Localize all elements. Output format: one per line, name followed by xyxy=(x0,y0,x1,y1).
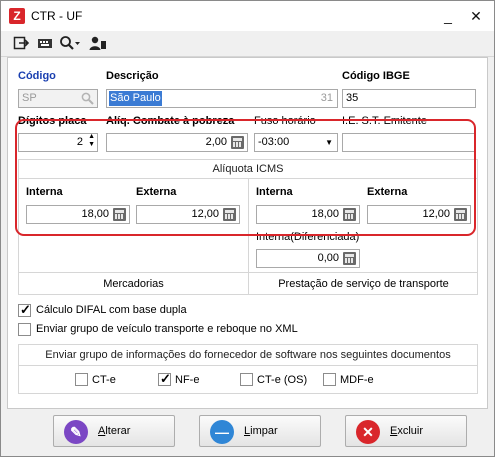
descricao-field[interactable]: São Paulo 31 xyxy=(106,89,338,108)
limpar-button[interactable]: — Limpar xyxy=(199,415,321,447)
user-button[interactable] xyxy=(89,35,107,53)
highlight-box xyxy=(15,119,476,236)
delete-x-icon: ✕ xyxy=(356,420,380,444)
mercadorias-footer: Mercadorias xyxy=(103,278,164,290)
edit-pencil-icon: ✎ xyxy=(64,420,88,444)
minimize-icon: _ xyxy=(444,8,452,24)
excluir-button[interactable]: ✕ Excluir xyxy=(345,415,467,447)
documents-group: Enviar grupo de informações do fornecedo… xyxy=(18,344,478,394)
documents-group-title: Enviar grupo de informações do fornecedo… xyxy=(45,349,451,361)
divider xyxy=(19,365,477,366)
close-icon: ✕ xyxy=(470,8,482,24)
excluir-label: Excluir xyxy=(390,425,424,437)
nfe-label: NF-e xyxy=(175,374,200,386)
cte-label: CT-e xyxy=(92,374,116,386)
app-logo-icon: Z xyxy=(9,8,25,24)
search-icon[interactable] xyxy=(81,92,94,105)
veiculo-checkbox[interactable] xyxy=(18,323,31,336)
keyboard-button[interactable] xyxy=(37,35,53,53)
divider xyxy=(19,272,248,273)
transp-diferenciada-value: 0,00 xyxy=(317,252,339,264)
cte-os-checkbox[interactable] xyxy=(240,373,253,386)
transp-diferenciada-field[interactable]: 0,00 xyxy=(256,249,360,268)
descricao-value: São Paulo xyxy=(109,91,162,106)
cte-os-label: CT-e (OS) xyxy=(257,374,308,386)
minimize-button[interactable]: _ xyxy=(437,5,459,27)
toolbar xyxy=(1,31,494,57)
exit-icon xyxy=(13,36,30,50)
difal-checkbox[interactable] xyxy=(18,302,31,318)
clear-minus-icon: — xyxy=(210,420,234,444)
main-window: Z CTR - UF _ ✕ Código SP Descrição São P… xyxy=(0,0,495,457)
exit-button[interactable] xyxy=(13,35,30,53)
close-button[interactable]: ✕ xyxy=(465,5,487,27)
search-dropdown-icon xyxy=(60,36,80,50)
codigo-ibge-field[interactable]: 35 xyxy=(342,89,476,108)
search-button[interactable] xyxy=(59,35,81,53)
alterar-label: Alterar xyxy=(98,425,131,437)
calculator-icon[interactable] xyxy=(343,252,356,265)
descricao-maxlen: 31 xyxy=(320,92,333,104)
window-title: CTR - UF xyxy=(31,9,83,23)
transporte-footer: Prestação de serviço de transporte xyxy=(278,278,449,290)
descricao-label: Descrição xyxy=(106,70,159,82)
cte-checkbox[interactable] xyxy=(75,373,88,386)
keyboard-icon xyxy=(38,39,52,48)
veiculo-label: Enviar grupo de veículo transporte e reb… xyxy=(36,323,298,335)
codigo-ibge-label: Código IBGE xyxy=(342,70,410,82)
title-bar: Z CTR - UF _ ✕ xyxy=(1,1,494,31)
divider xyxy=(248,272,478,273)
difal-label: Cálculo DIFAL com base dupla xyxy=(36,304,187,316)
button-bar: ✎ Alterar — Limpar ✕ Excluir xyxy=(7,409,488,453)
alterar-button[interactable]: ✎ Alterar xyxy=(53,415,175,447)
codigo-label: Código xyxy=(18,70,56,82)
nfe-checkbox[interactable] xyxy=(158,371,171,387)
codigo-ibge-value: 35 xyxy=(346,92,359,104)
codigo-field[interactable]: SP xyxy=(18,89,98,108)
user-icon xyxy=(89,36,106,50)
mdfe-checkbox[interactable] xyxy=(323,373,336,386)
mdfe-label: MDF-e xyxy=(340,374,374,386)
limpar-label: Limpar xyxy=(244,425,278,437)
codigo-value: SP xyxy=(22,92,37,104)
